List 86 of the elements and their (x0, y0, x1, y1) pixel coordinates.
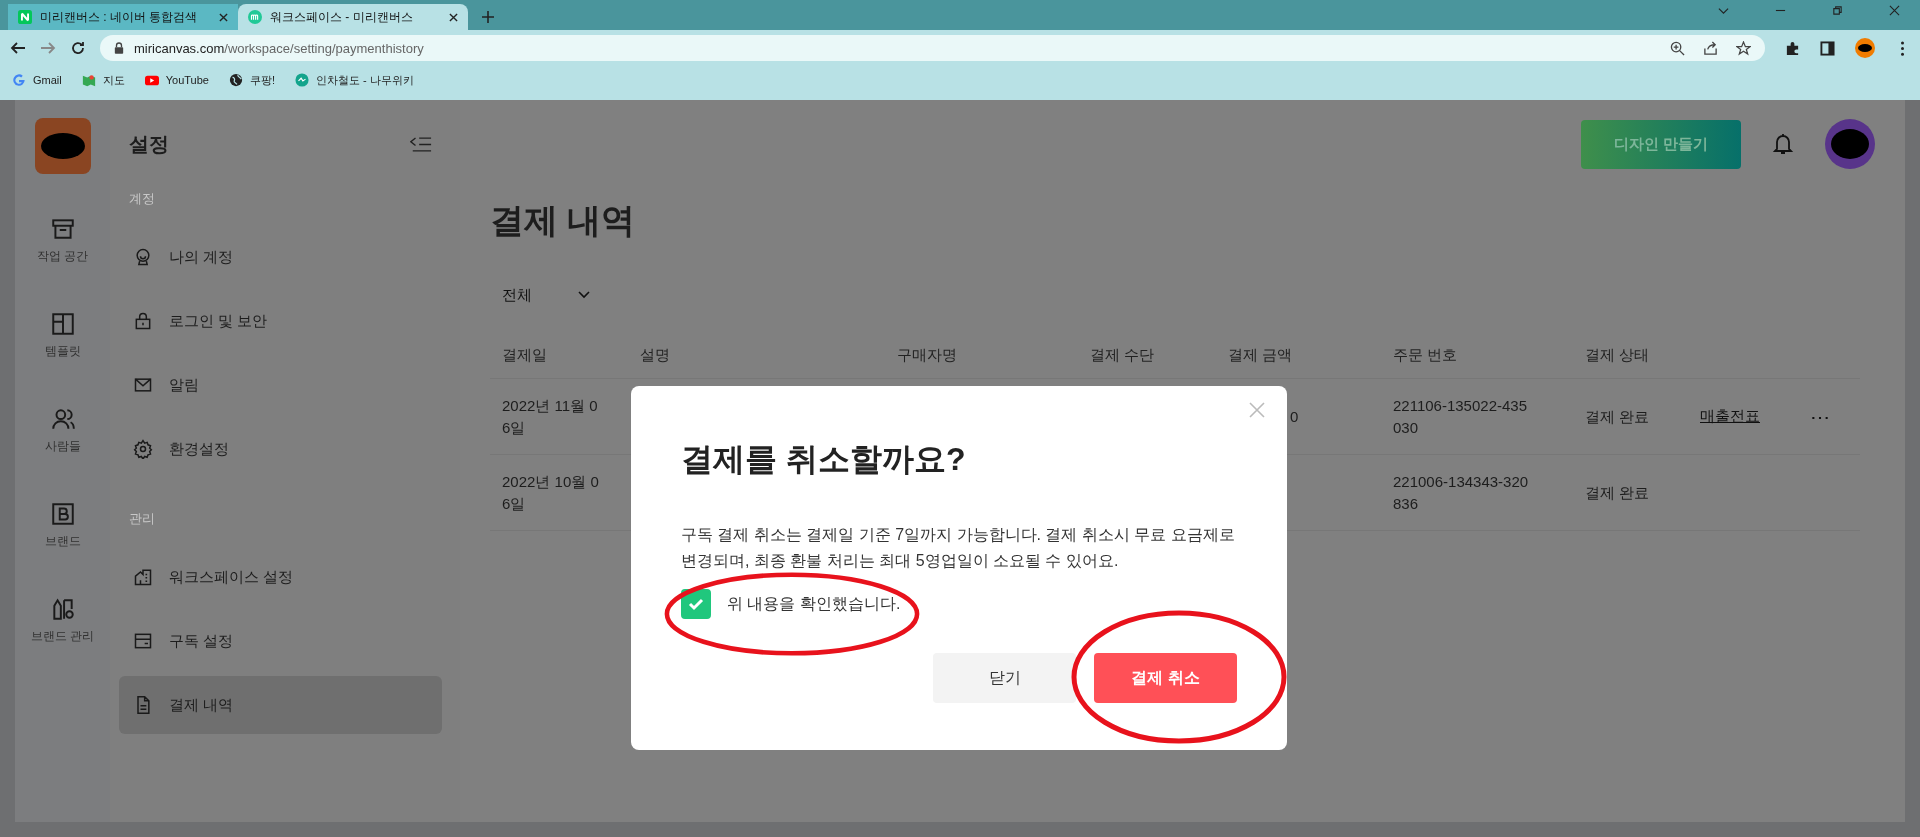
table-cell-text: 결제 완료 (1585, 482, 1651, 503)
table-cell-text: 결제 완료 (1585, 406, 1651, 427)
checkbox-label: 위 내용을 확인했습니다. (727, 593, 901, 614)
globe-icon (228, 73, 243, 87)
play-logo-icon (144, 73, 159, 87)
sidebar-item[interactable]: 알림 (119, 356, 442, 414)
google-logo-icon (12, 73, 26, 87)
column-header: 구매자명 (897, 345, 958, 365)
url-text: miricanvas.com/workspace/setting/paymenthistory (134, 40, 425, 56)
browser-tab[interactable]: 워크스페이스 - 미리캔버스 (238, 4, 468, 30)
layout-icon (49, 311, 76, 337)
zoom-in-icon[interactable] (1670, 40, 1685, 56)
share-icon[interactable] (1703, 40, 1718, 56)
letter-b-icon (49, 501, 76, 527)
browser-tab[interactable]: 미리캔버스 : 네이버 통합검색 (8, 4, 238, 30)
collapse-menu-icon[interactable] (410, 135, 432, 153)
column-header: 설명 (640, 345, 671, 365)
sidebar-item[interactable]: 환경설정 (119, 420, 442, 478)
address-bar[interactable]: miricanvas.com/workspace/setting/paymenthistory (100, 35, 1765, 61)
column-header: 주문 번호 (1393, 345, 1459, 365)
close-icon[interactable] (219, 12, 228, 22)
close-icon[interactable] (449, 12, 458, 22)
create-design-button[interactable]: 디자인 만들기 (1581, 119, 1741, 169)
filter-dropdown[interactable]: 전체 (502, 280, 590, 310)
receipt-link[interactable]: 매출전표 (1700, 407, 1760, 424)
plus-icon[interactable] (482, 11, 494, 23)
lock-icon (114, 42, 124, 54)
bookmark-link[interactable]: 쿠팡! (228, 72, 276, 88)
column-header: 결제 수단 (1090, 345, 1156, 365)
rail-nav-item[interactable]: 브랜드 관리 (30, 596, 95, 691)
circle-logo-icon (248, 10, 262, 24)
sidebar-item[interactable]: 결제 내역 (119, 676, 442, 734)
dialog-title: 결제를 취소할까요? (681, 440, 967, 479)
archive-box-icon (49, 216, 76, 242)
chevron-down-icon (578, 291, 590, 299)
sidebar-item[interactable]: 구독 설정 (119, 612, 442, 670)
rail-nav-item[interactable]: 템플릿 (44, 311, 81, 406)
mail-icon (133, 375, 153, 395)
map-icon (81, 73, 96, 87)
letter-logo-icon (18, 10, 32, 24)
workspace-logo-icon[interactable] (34, 118, 91, 174)
star-icon[interactable] (1736, 40, 1751, 56)
more-button[interactable]: ⋯ (1810, 404, 1830, 429)
lock-icon (133, 311, 153, 331)
chevron-down-icon[interactable] (1718, 5, 1729, 16)
bell-icon[interactable] (1771, 132, 1795, 156)
rail-nav-item[interactable]: 작업 공간 (36, 216, 89, 311)
cancel-payment-button[interactable]: 결제 취소 (1094, 653, 1237, 704)
forward-arrow-icon[interactable] (40, 40, 56, 56)
user-icon (133, 247, 153, 267)
close-button[interactable]: 닫기 (933, 653, 1076, 704)
sidebar-item[interactable]: 워크스페이스 설정 (119, 548, 442, 606)
table-cell-text: 2022년 10월 06일 (502, 471, 600, 514)
table-cell-text: 2022년 11월 06일 (502, 395, 599, 438)
rail-nav-item[interactable]: 브랜드 (44, 501, 81, 596)
section-label: 계정 (128, 190, 156, 208)
puzzle-icon[interactable] (1785, 40, 1800, 56)
back-arrow-icon[interactable] (10, 40, 26, 56)
bookmark-link[interactable]: Gmail (12, 73, 62, 87)
bookmark-link[interactable]: 인차철도 - 나무위키 (295, 72, 414, 88)
sidebar-title: 설정 (129, 131, 169, 157)
table-cell-text: 221006-134343-320836 (1393, 471, 1530, 514)
dialog-message: 구독 결제 취소는 결제일 기준 7일까지 가능합니다. 결제 취소시 무료 요금제로 변경되며, 최종 환불 처리는 최대 5영업일이 소요될 수 있어요. (681, 525, 1236, 571)
building-icon (133, 567, 153, 587)
table-cell: 0 (1290, 407, 1299, 425)
reload-icon[interactable] (70, 40, 86, 56)
profile-avatar-icon[interactable] (1855, 38, 1875, 58)
checkbox[interactable] (681, 589, 711, 620)
card-icon (133, 631, 153, 651)
sidebar-item[interactable]: 로그인 및 보안 (119, 292, 442, 350)
settings-icon (133, 439, 153, 459)
user-avatar-icon[interactable] (1825, 119, 1875, 169)
column-header: 결제 금액 (1228, 345, 1294, 365)
side-panel-icon[interactable] (1820, 40, 1835, 56)
bookmark-link[interactable]: 지도 (81, 72, 125, 88)
column-header: 결제 상태 (1585, 345, 1651, 365)
column-header: 결제일 (502, 345, 548, 365)
table-cell-text: 221106-135022-435030 (1393, 395, 1528, 438)
section-label: 관리 (128, 510, 156, 528)
people-icon (49, 406, 76, 432)
restore-icon[interactable] (1832, 5, 1843, 16)
sidebar-item[interactable]: 나의 계정 (119, 228, 442, 286)
rail-nav-item[interactable]: 사람들 (44, 406, 81, 501)
circle-logo-icon (295, 73, 310, 87)
page-title: 결제 내역 (490, 200, 637, 241)
bookmark-link[interactable]: YouTube (144, 73, 209, 87)
